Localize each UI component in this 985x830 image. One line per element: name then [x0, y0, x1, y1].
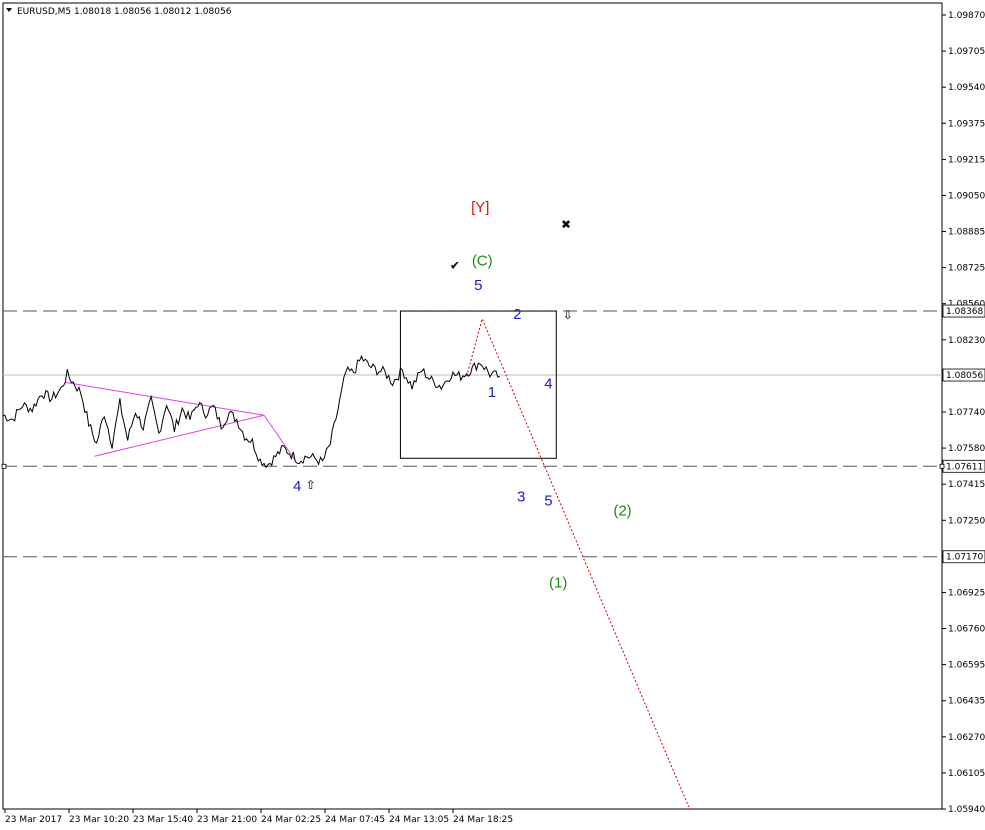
- level-handle-right: [939, 463, 945, 469]
- price-chart[interactable]: EURUSD,M5 1.08018 1.08056 1.08012 1.0805…: [0, 0, 985, 830]
- chart-window: EURUSD,M5 1.08018 1.08056 1.08012 1.0805…: [0, 0, 985, 830]
- wave-label-10: 4: [293, 478, 301, 495]
- y-tick-label-21: 1.06105: [948, 769, 985, 779]
- x-tick-label-5: 24 Mar 07:45: [325, 815, 385, 825]
- wave-label-9: (1): [549, 575, 567, 592]
- level-tag-1-label: 1.07611: [946, 462, 983, 472]
- y-tick-label-7: 1.08725: [948, 264, 985, 274]
- x-tick-label-6: 24 Mar 13:05: [389, 815, 449, 825]
- marker-icon-0: ✔: [450, 259, 460, 273]
- wave-label-0: [Y]: [471, 199, 489, 216]
- y-tick-label-5: 1.09050: [948, 191, 985, 201]
- symbol-header: EURUSD,M5 1.08018 1.08056 1.08012 1.0805…: [17, 7, 232, 17]
- y-tick-label-0: 1.09870: [948, 11, 985, 21]
- y-tick-label-11: 1.07740: [948, 408, 985, 418]
- wave-label-6: 3: [517, 488, 525, 505]
- y-tick-label-22: 1.05940: [948, 805, 985, 815]
- x-tick-label-2: 23 Mar 15:40: [133, 815, 193, 825]
- x-tick-label-3: 23 Mar 21:00: [197, 815, 257, 825]
- x-tick-label-4: 24 Mar 02:25: [261, 815, 321, 825]
- current-price-tag-label: 1.08056: [946, 371, 983, 381]
- x-tick-label-0: 23 Mar 2017: [5, 815, 62, 825]
- wave-label-8: (2): [613, 503, 631, 520]
- y-tick-label-3: 1.09375: [948, 119, 985, 129]
- marker-icon-1: ✖: [561, 218, 571, 232]
- y-tick-label-20: 1.06270: [948, 733, 985, 743]
- y-tick-label-2: 1.09540: [948, 83, 985, 93]
- level-handle-left: [1, 463, 7, 469]
- x-tick-label-1: 23 Mar 10:20: [69, 815, 129, 825]
- wave-label-1: (C): [472, 253, 493, 270]
- y-tick-label-9: 1.08230: [948, 336, 985, 346]
- wave-label-4: 1: [488, 384, 496, 401]
- plot-background: [0, 0, 985, 830]
- y-tick-label-6: 1.08885: [948, 228, 985, 238]
- y-tick-label-18: 1.06595: [948, 661, 985, 671]
- wave-label-2: 5: [474, 277, 482, 294]
- y-tick-label-14: 1.07250: [948, 516, 985, 526]
- y-tick-label-16: 1.06925: [948, 588, 985, 598]
- wave-label-7: 5: [544, 492, 552, 509]
- y-tick-label-1: 1.09705: [948, 47, 985, 57]
- level-tag-0-label: 1.08368: [946, 307, 983, 317]
- y-tick-label-13: 1.07415: [948, 480, 985, 490]
- wave-label-3: 2: [513, 306, 521, 323]
- marker-icon-3: ⇧: [306, 478, 316, 492]
- marker-icon-2: ⇩: [563, 308, 573, 322]
- y-tick-label-17: 1.06760: [948, 625, 985, 635]
- y-tick-label-4: 1.09215: [948, 155, 985, 165]
- x-tick-label-7: 24 Mar 18:25: [453, 815, 513, 825]
- level-tag-2-label: 1.07170: [946, 553, 983, 563]
- y-tick-label-12: 1.07580: [948, 444, 985, 454]
- wave-label-5: 4: [544, 376, 552, 393]
- y-tick-label-19: 1.06435: [948, 697, 985, 707]
